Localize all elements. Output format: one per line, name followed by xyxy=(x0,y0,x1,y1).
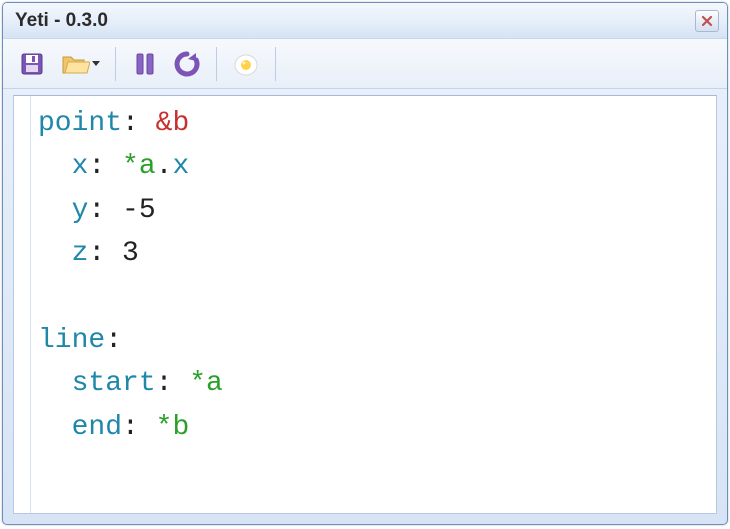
reload-icon xyxy=(172,49,202,79)
toolbar-separator xyxy=(275,47,276,81)
editor-pane[interactable]: point: &b x: *a.x y: -5 z: 3 line: start… xyxy=(13,95,717,514)
chevron-down-icon xyxy=(92,61,100,66)
reload-button[interactable] xyxy=(168,45,206,83)
window-title: Yeti - 0.3.0 xyxy=(15,10,695,32)
token-key: x xyxy=(72,151,89,182)
token-number: 3 xyxy=(122,238,139,269)
token-ref: *a xyxy=(189,368,223,399)
pause-icon xyxy=(133,51,157,77)
open-folder-icon xyxy=(60,51,90,77)
token-colon: : xyxy=(122,108,139,139)
token-key: end xyxy=(72,412,122,443)
token-key: z xyxy=(72,238,89,269)
token-key: line xyxy=(38,325,105,356)
token-number: -5 xyxy=(122,195,156,226)
token-key: point xyxy=(38,108,122,139)
toolbar xyxy=(3,39,727,89)
app-window: Yeti - 0.3.0 xyxy=(2,2,728,525)
open-button[interactable] xyxy=(55,45,105,83)
close-icon xyxy=(701,15,713,27)
token-anchor: &b xyxy=(156,108,190,139)
token-ref: *b xyxy=(156,412,190,443)
editor-gutter xyxy=(30,96,31,513)
titlebar: Yeti - 0.3.0 xyxy=(3,3,727,39)
toolbar-separator xyxy=(115,47,116,81)
save-button[interactable] xyxy=(13,45,51,83)
egg-button[interactable] xyxy=(227,45,265,83)
save-icon xyxy=(18,50,46,78)
token-key: y xyxy=(72,195,89,226)
egg-icon xyxy=(232,50,260,78)
token-key: start xyxy=(72,368,156,399)
pause-button[interactable] xyxy=(126,45,164,83)
token-ref: *a xyxy=(122,151,156,182)
toolbar-separator xyxy=(216,47,217,81)
code-editor[interactable]: point: &b x: *a.x y: -5 z: 3 line: start… xyxy=(14,96,716,449)
close-button[interactable] xyxy=(695,10,719,32)
